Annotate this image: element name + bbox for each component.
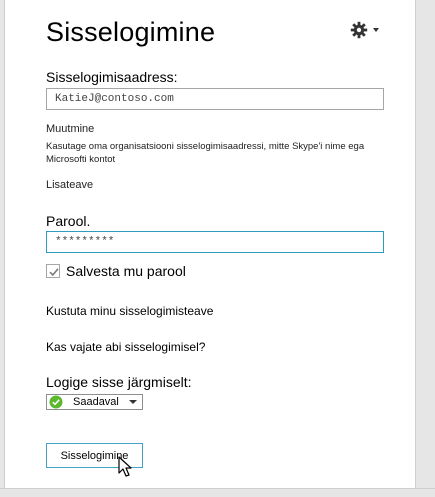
password-label: Parool. bbox=[46, 213, 91, 229]
delete-signin-info-link[interactable]: Kustuta minu sisselogimisteave bbox=[46, 304, 213, 318]
window-bottom-edge bbox=[0, 488, 435, 497]
address-label: Sisselogimisaadress: bbox=[46, 69, 178, 85]
more-info-link[interactable]: Lisateave bbox=[46, 179, 93, 191]
gear-icon bbox=[350, 21, 368, 39]
chevron-down-icon bbox=[129, 400, 137, 404]
status-label: Logige sisse järgmiselt: bbox=[46, 374, 192, 390]
window-left-edge bbox=[0, 0, 5, 497]
signin-help-link[interactable]: Kas vajate abi sisselogimisel? bbox=[46, 340, 205, 354]
save-password-checkbox[interactable]: Salvesta mu parool bbox=[46, 263, 186, 279]
change-help-text: Kasutage oma organisatsiooni sisselogimi… bbox=[46, 141, 365, 165]
checkbox-box[interactable] bbox=[46, 264, 60, 278]
status-dropdown[interactable]: Saadaval bbox=[46, 394, 143, 410]
mouse-pointer-icon bbox=[118, 456, 132, 477]
address-input[interactable]: KatieJ@contoso.com bbox=[46, 88, 384, 110]
signin-window: Sisselogimine Sisselogimisaadress: Katie… bbox=[0, 0, 435, 497]
page-title: Sisselogimine bbox=[46, 17, 216, 47]
checkmark-icon bbox=[49, 268, 59, 277]
window-right-edge bbox=[415, 0, 435, 497]
available-status-icon bbox=[49, 395, 63, 409]
chevron-down-icon bbox=[373, 28, 379, 32]
settings-menu-button[interactable] bbox=[350, 20, 382, 40]
status-selected-value: Saadaval bbox=[73, 396, 119, 408]
password-input[interactable]: ********* bbox=[46, 231, 384, 253]
change-label: Muutmine bbox=[46, 123, 95, 135]
save-password-label: Salvesta mu parool bbox=[66, 263, 186, 279]
